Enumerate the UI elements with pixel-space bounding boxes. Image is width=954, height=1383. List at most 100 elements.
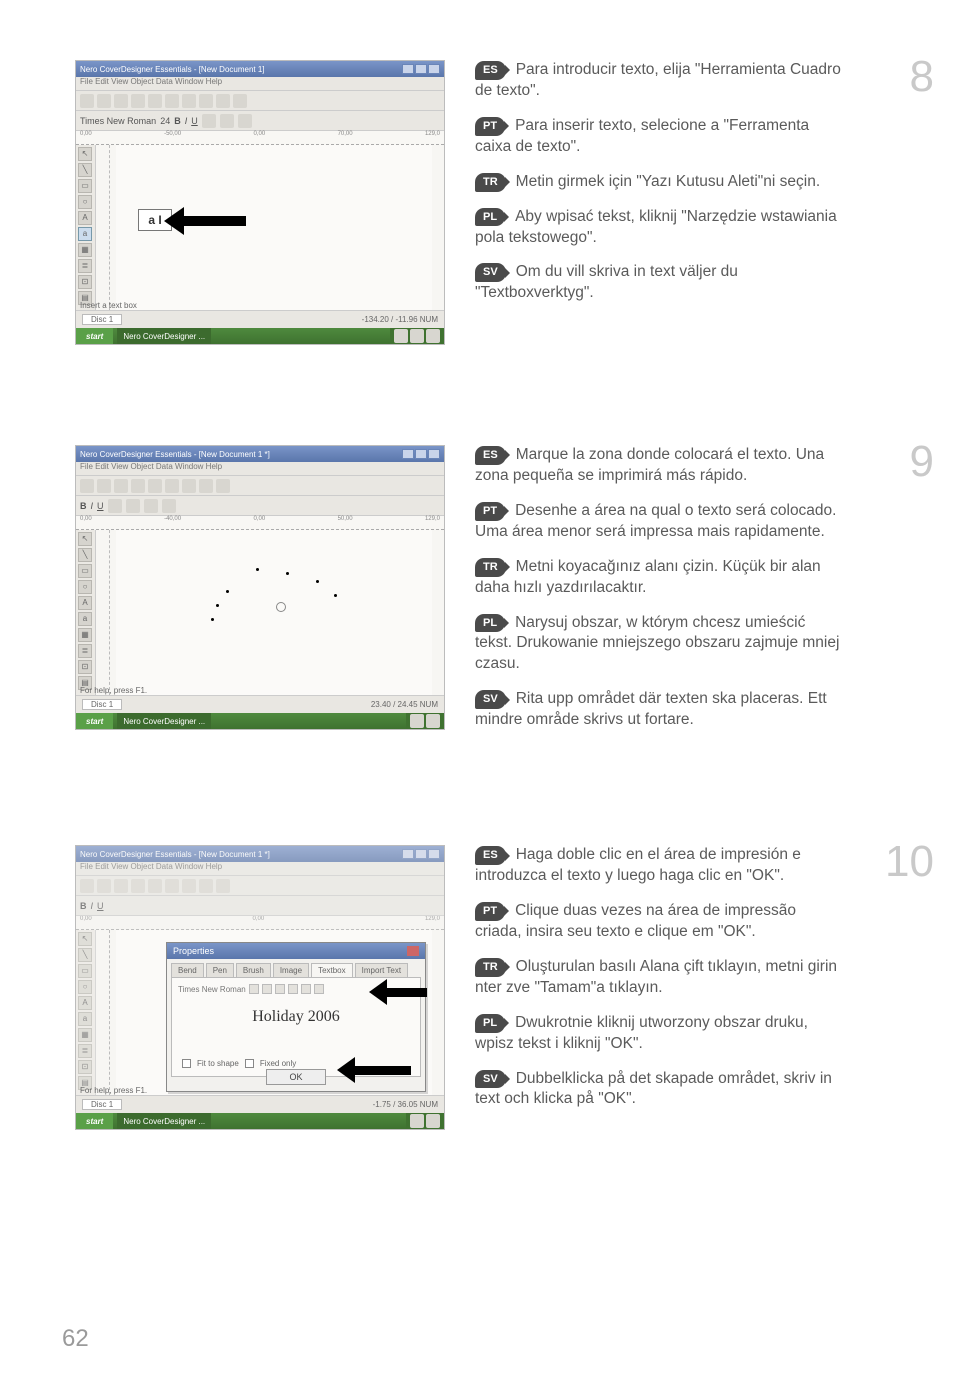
underline-button[interactable]: U — [191, 116, 198, 126]
fit-shape-checkbox[interactable] — [182, 1059, 191, 1068]
disc-canvas[interactable]: Properties Bend Pen Brush Image Textbox … — [116, 930, 432, 1095]
minimize-icon[interactable] — [402, 64, 414, 74]
pointer-tool-icon[interactable]: ↖ — [78, 932, 92, 946]
toolbar-icon[interactable] — [144, 499, 158, 513]
copy-icon[interactable] — [165, 94, 179, 108]
toolbar-icon[interactable] — [262, 984, 272, 994]
ellipse-tool-icon[interactable]: ○ — [78, 580, 92, 594]
toolbar-icon[interactable] — [131, 879, 145, 893]
toolbar-icon[interactable] — [165, 479, 179, 493]
close-icon[interactable] — [428, 449, 440, 459]
tray-icon[interactable] — [410, 329, 424, 343]
taskbar-app[interactable]: Nero CoverDesigner ... — [117, 328, 211, 344]
underline-button[interactable]: U — [97, 901, 104, 911]
field-tool-icon[interactable]: ⊡ — [78, 1060, 92, 1074]
menu-bar[interactable]: File Edit View Object Data Window Help — [76, 462, 444, 476]
menu-bar[interactable]: File Edit View Object Data Window Help — [76, 77, 444, 91]
pointer-tool-icon[interactable]: ↖ — [78, 532, 92, 546]
rectangle-tool-icon[interactable]: ▭ — [78, 964, 92, 978]
taskbar-app[interactable]: Nero CoverDesigner ... — [117, 713, 211, 729]
toolbar-icon[interactable] — [108, 499, 122, 513]
ok-button[interactable]: OK — [266, 1069, 326, 1085]
help-icon[interactable] — [233, 94, 247, 108]
toolbar-icon[interactable] — [114, 879, 128, 893]
toolbar-icon[interactable] — [182, 479, 196, 493]
maximize-icon[interactable] — [415, 64, 427, 74]
toolbar-icon[interactable] — [216, 879, 230, 893]
textbox-tool-icon[interactable]: a — [78, 1012, 92, 1026]
bold-button[interactable]: B — [80, 501, 87, 511]
italic-button[interactable]: I — [185, 116, 188, 126]
italic-button[interactable]: I — [91, 901, 94, 911]
toolbar-icon[interactable] — [80, 479, 94, 493]
toolbar-icon[interactable] — [216, 479, 230, 493]
toolbar-icon[interactable] — [97, 479, 111, 493]
bold-button[interactable]: B — [174, 116, 181, 126]
rectangle-tool-icon[interactable]: ▭ — [78, 564, 92, 578]
toolbar-icon[interactable] — [131, 479, 145, 493]
image-tool-icon[interactable]: ▦ — [78, 1028, 92, 1042]
toolbar-icon[interactable] — [97, 879, 111, 893]
minimize-icon[interactable] — [402, 849, 414, 859]
textbox-tool-icon[interactable]: a — [78, 227, 92, 241]
tab-bend[interactable]: Bend — [171, 963, 204, 977]
bold-button[interactable]: B — [80, 901, 87, 911]
undo-icon[interactable] — [199, 94, 213, 108]
track-tool-icon[interactable]: ≣ — [78, 644, 92, 658]
close-icon[interactable] — [428, 849, 440, 859]
tray-icon[interactable] — [426, 714, 440, 728]
align-right-icon[interactable] — [238, 114, 252, 128]
toolbar-icon[interactable] — [165, 879, 179, 893]
tab-pen[interactable]: Pen — [206, 963, 234, 977]
start-button[interactable]: start — [76, 713, 113, 729]
line-tool-icon[interactable]: ╲ — [78, 163, 92, 177]
toolbar-icon[interactable] — [301, 984, 311, 994]
line-tool-icon[interactable]: ╲ — [78, 548, 92, 562]
open-icon[interactable] — [97, 94, 111, 108]
start-button[interactable]: start — [76, 1113, 113, 1129]
text-tool-icon[interactable]: A — [78, 211, 92, 225]
paste-icon[interactable] — [182, 94, 196, 108]
document-tab[interactable]: Disc 1 — [82, 314, 122, 325]
field-tool-icon[interactable]: ⊡ — [78, 660, 92, 674]
toolbar-icon[interactable] — [148, 479, 162, 493]
rectangle-tool-icon[interactable]: ▭ — [78, 179, 92, 193]
redo-icon[interactable] — [216, 94, 230, 108]
toolbar-icon[interactable] — [288, 984, 298, 994]
toolbar-icon[interactable] — [80, 879, 94, 893]
tray-icon[interactable] — [394, 329, 408, 343]
align-center-icon[interactable] — [220, 114, 234, 128]
disc-canvas[interactable]: a I — [116, 145, 432, 310]
text-input-content[interactable]: Holiday 2006 — [172, 1008, 420, 1026]
new-icon[interactable] — [80, 94, 94, 108]
toolbar-icon[interactable] — [249, 984, 259, 994]
ellipse-tool-icon[interactable]: ○ — [78, 980, 92, 994]
track-tool-icon[interactable]: ≣ — [78, 259, 92, 273]
underline-button[interactable]: U — [97, 501, 104, 511]
toolbar-icon[interactable] — [275, 984, 285, 994]
toolbar-icon[interactable] — [199, 879, 213, 893]
close-icon[interactable] — [428, 64, 440, 74]
toolbar-icon[interactable] — [148, 879, 162, 893]
toolbar-icon[interactable] — [182, 879, 196, 893]
document-tab[interactable]: Disc 1 — [82, 699, 122, 710]
field-tool-icon[interactable]: ⊡ — [78, 275, 92, 289]
textbox-tool-icon[interactable]: a — [78, 612, 92, 626]
tab-image[interactable]: Image — [273, 963, 309, 977]
text-tool-icon[interactable]: A — [78, 596, 92, 610]
text-tool-icon[interactable]: A — [78, 996, 92, 1010]
italic-button[interactable]: I — [91, 501, 94, 511]
toolbar-icon[interactable] — [114, 479, 128, 493]
taskbar-app[interactable]: Nero CoverDesigner ... — [117, 1113, 211, 1129]
tray-icon[interactable] — [426, 1114, 440, 1128]
font-size-select[interactable]: 24 — [160, 116, 170, 126]
align-left-icon[interactable] — [202, 114, 216, 128]
print-icon[interactable] — [131, 94, 145, 108]
dialog-close-icon[interactable] — [407, 946, 419, 956]
pointer-tool-icon[interactable]: ↖ — [78, 147, 92, 161]
tray-icon[interactable] — [410, 714, 424, 728]
toolbar-icon[interactable] — [314, 984, 324, 994]
cut-icon[interactable] — [148, 94, 162, 108]
image-tool-icon[interactable]: ▦ — [78, 628, 92, 642]
minimize-icon[interactable] — [402, 449, 414, 459]
